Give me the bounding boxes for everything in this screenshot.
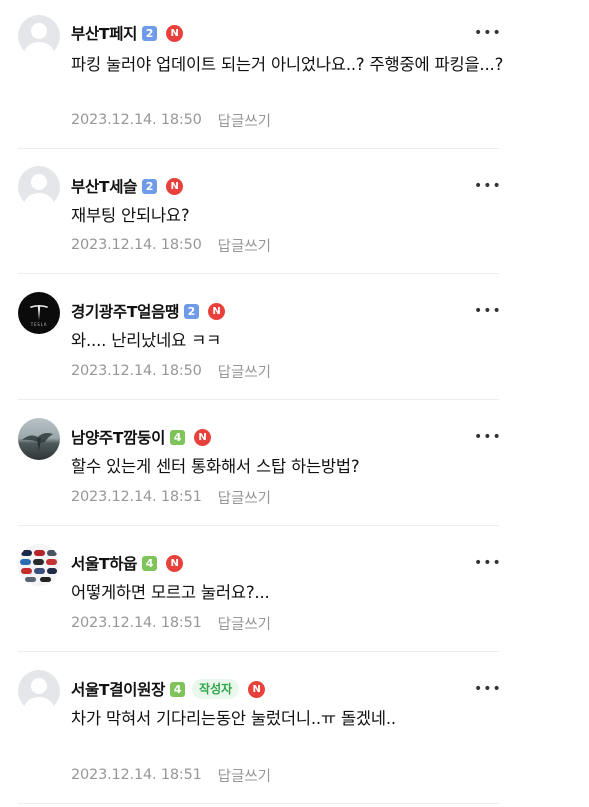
default-avatar-icon[interactable] <box>18 15 60 57</box>
reply-button[interactable]: 답글쓰기 <box>218 110 271 131</box>
reply-button[interactable]: 답글쓰기 <box>218 613 271 634</box>
comment-header: 서울T결이원장 4 작성자 N <box>71 678 266 700</box>
comment-header: 서울T하웁 4 N <box>71 552 184 574</box>
comment-timestamp: 2023.12.14. 18:50 <box>71 237 202 253</box>
divider <box>18 525 499 526</box>
level-badge: 2 <box>184 303 199 319</box>
reply-button[interactable]: 답글쓰기 <box>218 487 271 508</box>
comment-meta: 2023.12.14. 18:50 답글쓰기 <box>71 110 271 130</box>
comment-meta: 2023.12.14. 18:51 답글쓰기 <box>71 765 271 785</box>
comment-text: 와.... 난리났네요 ㅋㅋ <box>71 331 222 350</box>
more-options-icon[interactable]: ••• <box>474 681 501 697</box>
tree-silhouette-icon <box>22 433 53 452</box>
divider <box>18 273 499 274</box>
default-avatar-icon[interactable] <box>18 166 60 208</box>
new-badge: N <box>166 24 184 42</box>
comment-timestamp: 2023.12.14. 18:51 <box>71 615 202 631</box>
author-name[interactable]: 남양주T깜둥이 <box>71 426 165 448</box>
level-badge: 2 <box>142 25 158 41</box>
new-badge: N <box>194 428 212 446</box>
divider <box>18 803 499 804</box>
new-badge: N <box>166 554 184 572</box>
more-options-icon[interactable]: ••• <box>474 303 501 319</box>
reply-button[interactable]: 답글쓰기 <box>218 235 271 256</box>
reply-button[interactable]: 답글쓰기 <box>218 361 271 382</box>
more-options-icon[interactable]: ••• <box>474 178 501 194</box>
author-name[interactable]: 서울T하웁 <box>71 552 137 574</box>
cars-collage-icon <box>20 550 57 582</box>
divider <box>18 399 499 400</box>
default-avatar-icon[interactable] <box>18 670 60 712</box>
divider <box>18 651 499 652</box>
comment-header: 부산T페지 2 N <box>71 22 184 44</box>
comment-timestamp: 2023.12.14. 18:51 <box>71 767 202 783</box>
comment-header: 부산T세슬 2 N <box>71 175 184 197</box>
new-badge: N <box>166 177 184 195</box>
author-name[interactable]: 부산T페지 <box>71 22 137 44</box>
more-options-icon[interactable]: ••• <box>474 555 501 571</box>
comment-text: 재부팅 안되나요? <box>71 206 190 225</box>
level-badge: 4 <box>170 681 186 697</box>
tesla-wordmark: TESLA <box>30 322 48 327</box>
level-badge: 4 <box>142 555 158 571</box>
comment-text: 파킹 눌러야 업데이트 되는거 아니었나요..? 주행중에 파킹을...? <box>71 55 504 74</box>
comment-timestamp: 2023.12.14. 18:50 <box>71 363 202 379</box>
comment-text: 차가 막혀서 기다리는동안 눌렀더니..ㅠ 돌겠네.. <box>71 709 396 728</box>
author-name[interactable]: 서울T결이원장 <box>71 678 165 700</box>
comment-meta: 2023.12.14. 18:50 답글쓰기 <box>71 235 271 255</box>
author-name[interactable]: 부산T세슬 <box>71 175 137 197</box>
comment-page: { "comments": [ { "author": "부산T페지", "le… <box>0 0 589 807</box>
level-badge: 2 <box>142 178 158 194</box>
comment-meta: 2023.12.14. 18:51 답글쓰기 <box>71 487 271 507</box>
comment-meta: 2023.12.14. 18:50 답글쓰기 <box>71 361 271 381</box>
cars-avatar[interactable] <box>18 544 60 586</box>
more-options-icon[interactable]: ••• <box>474 429 501 445</box>
comment-meta: 2023.12.14. 18:51 답글쓰기 <box>71 613 271 633</box>
landscape-avatar[interactable] <box>18 418 60 460</box>
comment-header: 경기광주T얼음땡 2 N <box>71 300 225 322</box>
comment-text: 할수 있는게 센터 통화해서 스탑 하는방법? <box>71 457 360 476</box>
comment-timestamp: 2023.12.14. 18:51 <box>71 489 202 505</box>
more-options-icon[interactable]: ••• <box>474 25 501 41</box>
new-badge: N <box>248 680 266 698</box>
author-writer-badge: 작성자 <box>192 679 240 699</box>
level-badge: 4 <box>170 429 186 445</box>
comment-timestamp: 2023.12.14. 18:50 <box>71 112 202 128</box>
tesla-logo-icon: TESLA <box>30 305 48 327</box>
comment-header: 남양주T깜둥이 4 N <box>71 426 212 448</box>
divider <box>18 148 499 149</box>
author-name[interactable]: 경기광주T얼음땡 <box>71 300 179 322</box>
new-badge: N <box>208 302 225 320</box>
tesla-logo-avatar[interactable]: TESLA <box>18 292 60 334</box>
comment-text: 어떻게하면 모르고 눌러요?... <box>71 583 270 602</box>
reply-button[interactable]: 답글쓰기 <box>218 765 271 786</box>
